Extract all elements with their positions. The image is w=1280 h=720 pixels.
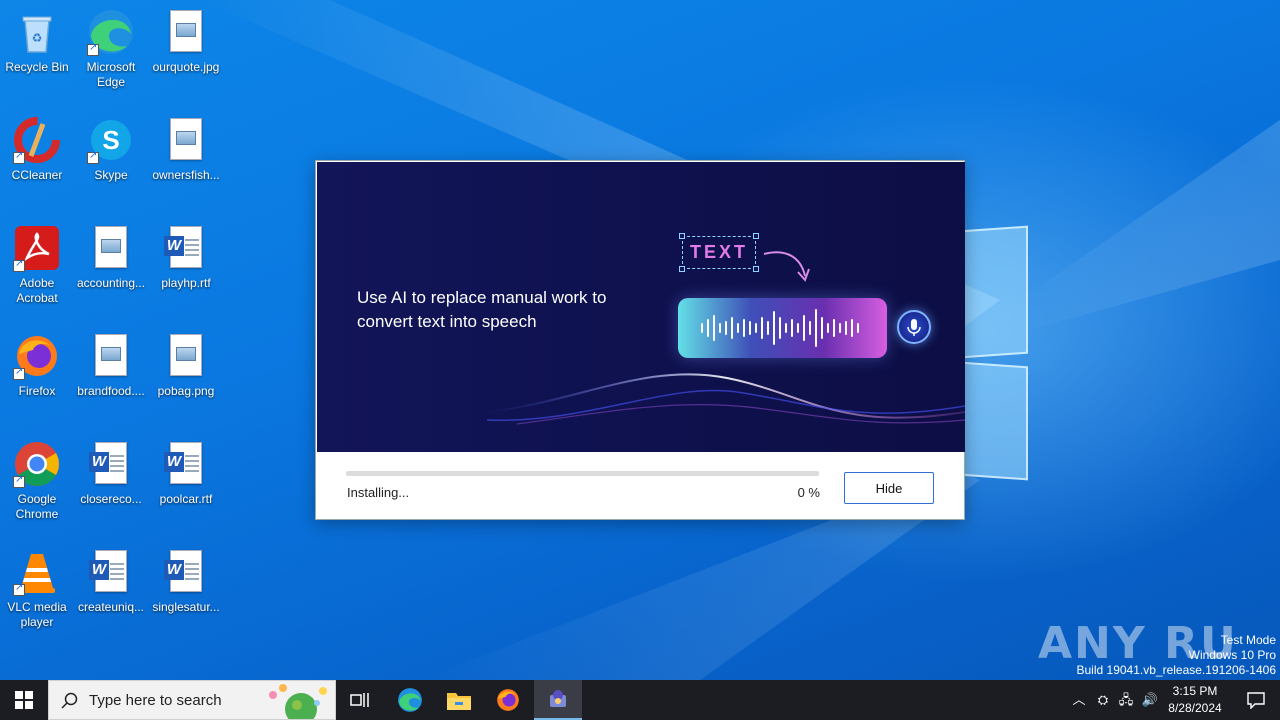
word-document-icon: W xyxy=(162,224,210,272)
tray-app-icon[interactable]: ⛭ xyxy=(1094,691,1112,709)
image-file-icon xyxy=(162,116,210,164)
word-document-icon: W xyxy=(162,548,210,596)
windows-logo-wallpaper xyxy=(960,225,1030,481)
windows-watermark: Test Mode Windows 10 Pro Build 19041.vb_… xyxy=(1077,633,1277,678)
desktop-icon-createuniq[interactable]: W createuniq... xyxy=(74,548,148,615)
recycle-bin-icon: ♻ xyxy=(13,8,61,56)
taskbar-firefox[interactable] xyxy=(484,680,532,720)
search-highlight-globe-icon xyxy=(269,684,327,719)
edge-icon xyxy=(87,8,135,56)
svg-text:S: S xyxy=(102,125,119,155)
taskbar-installer-app[interactable] xyxy=(534,680,582,720)
firefox-icon xyxy=(13,332,61,380)
desktop-icon-singlesatur[interactable]: W singlesatur... xyxy=(149,548,223,615)
clock-time: 3:15 PM xyxy=(1172,684,1218,698)
install-status: Installing... xyxy=(347,485,410,500)
desktop-icon-firefox[interactable]: Firefox xyxy=(0,332,74,399)
start-button[interactable] xyxy=(0,680,48,720)
svg-text:♻: ♻ xyxy=(32,31,43,45)
desktop-icon-recycle-bin[interactable]: ♻ Recycle Bin xyxy=(0,8,74,75)
taskbar: Type here to search ︿ ⛭ 🖧 🔊 3:15 PM 8/28… xyxy=(0,680,1280,720)
installer-tagline: Use AI to replace manual work to convert… xyxy=(357,288,607,331)
search-icon xyxy=(61,692,78,709)
desktop-icon-google-chrome[interactable]: Google Chrome xyxy=(0,440,74,522)
adobe-acrobat-icon xyxy=(13,224,61,272)
taskbar-search-box[interactable]: Type here to search xyxy=(48,680,336,720)
desktop-icon-ownersfish[interactable]: ownersfish... xyxy=(149,116,223,183)
windows-start-icon xyxy=(15,691,33,709)
firefox-icon xyxy=(497,689,519,711)
desktop-icon-brandfood[interactable]: brandfood.... xyxy=(74,332,148,399)
word-document-icon: W xyxy=(87,440,135,488)
action-center-button[interactable] xyxy=(1232,680,1280,720)
image-file-icon xyxy=(162,8,210,56)
task-view-button[interactable] xyxy=(336,680,384,720)
notification-icon xyxy=(1247,692,1265,709)
image-file-icon xyxy=(87,332,135,380)
desktop-icon-accounting[interactable]: accounting... xyxy=(74,224,148,291)
desktop-icon-microsoft-edge[interactable]: Microsoft Edge xyxy=(74,8,148,90)
desktop-icon-pobag[interactable]: pobag.png xyxy=(149,332,223,399)
desktop-icon-ourquote[interactable]: ourquote.jpg xyxy=(149,8,223,75)
desktop-icon-vlc[interactable]: VLC media player xyxy=(0,548,74,630)
network-icon[interactable]: 🖧 xyxy=(1117,691,1135,709)
ccleaner-icon xyxy=(13,116,61,164)
desktop-icon-skype[interactable]: S Skype xyxy=(74,116,148,183)
desktop-icon-adobe-acrobat[interactable]: Adobe Acrobat xyxy=(0,224,74,306)
desktop-icon-playhp[interactable]: W playhp.rtf xyxy=(149,224,223,291)
clock-date: 8/28/2024 xyxy=(1168,701,1222,715)
audio-waveform-pill xyxy=(678,298,887,358)
installer-banner: Use AI to replace manual work to convert… xyxy=(317,162,965,452)
progress-bar xyxy=(346,471,819,476)
text-badge: TEXT xyxy=(679,233,759,272)
word-document-icon: W xyxy=(87,548,135,596)
watermark-line-1: Test Mode xyxy=(1220,633,1276,647)
waveform-icon xyxy=(701,309,859,347)
image-file-icon xyxy=(162,332,210,380)
microphone-icon xyxy=(897,310,931,344)
desktop-icon-ccleaner[interactable]: CCleaner xyxy=(0,116,74,183)
desktop: ♻ Recycle Bin CCleaner Adobe Acrobat Fir… xyxy=(0,0,1280,680)
installer-app-icon xyxy=(550,690,566,707)
installer-window: Use AI to replace manual work to convert… xyxy=(315,160,965,520)
taskbar-edge[interactable] xyxy=(386,680,434,720)
task-view-icon xyxy=(350,693,369,707)
desktop-icon-closereco[interactable]: W closereco... xyxy=(74,440,148,507)
folder-icon xyxy=(447,693,471,710)
show-hidden-icons-chevron-icon[interactable]: ︿ xyxy=(1070,691,1088,709)
volume-icon[interactable]: 🔊 xyxy=(1141,691,1159,709)
desktop-icon-poolcar[interactable]: W poolcar.rtf xyxy=(149,440,223,507)
text-badge-label: TEXT xyxy=(689,242,748,262)
edge-icon xyxy=(398,688,422,712)
search-placeholder: Type here to search xyxy=(89,692,222,709)
skype-icon: S xyxy=(87,116,135,164)
word-document-icon: W xyxy=(162,440,210,488)
hide-button[interactable]: Hide xyxy=(844,472,934,504)
taskbar-clock[interactable]: 3:15 PM 8/28/2024 xyxy=(1160,683,1230,717)
install-percent: 0 % xyxy=(797,485,820,500)
chrome-icon xyxy=(13,440,61,488)
watermark-line-3: Build 19041.vb_release.191206-1406 xyxy=(1076,663,1277,677)
vlc-icon xyxy=(13,548,61,596)
image-file-icon xyxy=(87,224,135,272)
watermark-line-2: Windows 10 Pro xyxy=(1188,648,1276,662)
taskbar-file-explorer[interactable] xyxy=(435,680,483,720)
